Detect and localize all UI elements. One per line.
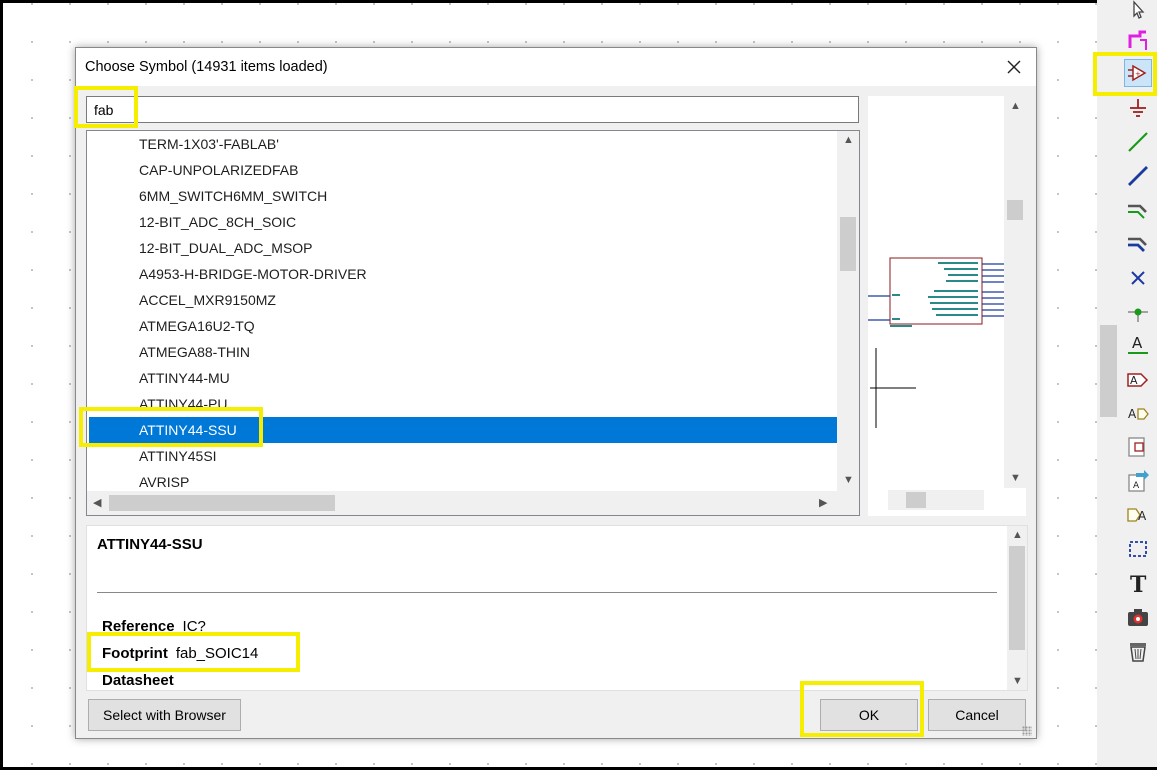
scroll-up-icon[interactable]: ▲ [1010, 100, 1021, 112]
svg-text:A: A [1128, 407, 1137, 421]
no-connect-icon[interactable] [1124, 264, 1152, 292]
details-footprint-value: fab_SOIC14 [175, 645, 259, 662]
list-item[interactable]: 12-BIT_DUAL_ADC_MSOP [89, 235, 838, 261]
list-item-selected[interactable]: ATTINY44-SSU [89, 417, 838, 443]
search-input[interactable] [86, 96, 859, 123]
scroll-right-icon[interactable]: ▶ [819, 496, 827, 509]
hierarchical-label-icon[interactable]: A [1124, 400, 1152, 428]
symbol-details-panel: ATTINY44-SSU Reference IC? Footprint fab_S… [86, 525, 1028, 691]
svg-text:A: A [1133, 481, 1140, 491]
pointer-icon[interactable] [1124, 0, 1152, 24]
choose-symbol-dialog: Choose Symbol (14931 items loaded) TERM-… [75, 47, 1037, 739]
list-horizontal-thumb[interactable] [109, 495, 335, 511]
scroll-down-icon[interactable]: ▼ [1010, 472, 1021, 484]
svg-text:T: T [1130, 572, 1147, 595]
scroll-left-icon[interactable]: ◀ [93, 496, 101, 509]
list-item[interactable]: 6MM_SWITCH6MM_SWITCH [89, 183, 838, 209]
highlight-net-icon[interactable] [1124, 26, 1152, 54]
resize-grip-icon[interactable] [1022, 726, 1032, 736]
list-item[interactable]: ACCEL_MXR9150MZ [89, 287, 838, 313]
list-item[interactable]: ATMEGA16U2-TQ [89, 313, 838, 339]
toolbar-scrollbar[interactable] [1100, 325, 1117, 417]
scroll-up-icon[interactable]: ▲ [1012, 529, 1023, 541]
list-item[interactable]: A4953-H-BRIDGE-MOTOR-DRIVER [89, 261, 838, 287]
list-item[interactable]: ATTINY44-PU [89, 391, 838, 417]
add-wire-icon[interactable] [1124, 128, 1152, 156]
dialog-titlebar: Choose Symbol (14931 items loaded) [76, 48, 1036, 86]
svg-text:+: + [1135, 70, 1141, 78]
svg-text:A: A [1132, 334, 1143, 352]
details-vertical-thumb[interactable] [1009, 546, 1025, 650]
symbol-preview: ▲ ▼ [868, 96, 1026, 516]
list-item[interactable]: ATMEGA88-THIN [89, 339, 838, 365]
symbol-preview-graphic [868, 257, 1004, 428]
list-item[interactable]: TERM-1X03'-FABLAB' [89, 131, 838, 157]
add-power-icon[interactable] [1124, 94, 1152, 122]
select-with-browser-button[interactable]: Select with Browser [88, 699, 241, 731]
details-reference: Reference IC? [102, 618, 206, 635]
details-footprint-label: Footprint [102, 645, 168, 662]
details-symbol-name: ATTINY44-SSU [97, 536, 203, 553]
list-item[interactable]: CAP-UNPOLARIZEDFAB [89, 157, 838, 183]
details-footprint: Footprint fab_SOIC14 [102, 645, 258, 662]
list-horizontal-scrollbar[interactable]: ◀ ▶ [87, 491, 859, 515]
details-datasheet-label: Datasheet [102, 672, 174, 689]
details-divider [97, 592, 997, 593]
dialog-title: Choose Symbol (14931 items loaded) [85, 59, 328, 75]
list-item[interactable]: 12-BIT_ADC_8CH_SOIC [89, 209, 838, 235]
junction-icon[interactable] [1124, 298, 1152, 326]
text-icon[interactable]: T [1124, 569, 1152, 597]
image-icon[interactable] [1124, 603, 1152, 631]
scroll-down-icon[interactable]: ▼ [1012, 675, 1023, 687]
svg-text:A: A [1138, 509, 1147, 523]
delete-icon[interactable] [1124, 637, 1152, 665]
details-reference-value: IC? [182, 618, 206, 635]
scroll-down-icon[interactable]: ▼ [843, 474, 854, 486]
cancel-button[interactable]: Cancel [928, 699, 1026, 731]
list-item[interactable]: ATTINY44-MU [89, 365, 838, 391]
preview-vertical-scrollbar[interactable]: ▲ ▼ [1004, 96, 1026, 488]
wire-to-bus-entry-icon[interactable] [1124, 196, 1152, 224]
bus-to-bus-entry-icon[interactable] [1124, 230, 1152, 258]
net-label-icon[interactable]: A [1124, 330, 1152, 358]
import-sheet-pin-icon[interactable]: A [1124, 467, 1152, 495]
scroll-up-icon[interactable]: ▲ [843, 134, 854, 146]
hierarchical-sheet-icon[interactable] [1124, 433, 1152, 461]
details-datasheet: Datasheet [102, 672, 182, 689]
list-vertical-scrollbar[interactable]: ▲ ▼ [837, 131, 859, 491]
ok-button[interactable]: OK [820, 699, 918, 731]
global-label-icon[interactable]: A [1124, 366, 1152, 394]
list-vertical-thumb[interactable] [840, 217, 856, 271]
close-icon[interactable] [998, 52, 1030, 82]
preview-horizontal-thumb[interactable] [906, 492, 926, 508]
add-symbol-icon[interactable]: + [1124, 59, 1152, 87]
sheet-pin-icon[interactable]: A [1124, 501, 1152, 529]
svg-text:A: A [1130, 374, 1138, 387]
preview-vertical-thumb[interactable] [1007, 200, 1023, 220]
details-vertical-scrollbar[interactable]: ▲ ▼ [1007, 526, 1027, 690]
list-item[interactable]: ATTINY45SI [89, 443, 838, 469]
symbol-list[interactable]: TERM-1X03'-FABLAB' CAP-UNPOLARIZEDFAB 6M… [86, 130, 860, 516]
preview-horizontal-scrollbar[interactable] [888, 490, 984, 510]
add-bus-icon[interactable] [1124, 162, 1152, 190]
details-reference-label: Reference [102, 618, 175, 635]
graphic-lines-icon[interactable] [1124, 535, 1152, 563]
